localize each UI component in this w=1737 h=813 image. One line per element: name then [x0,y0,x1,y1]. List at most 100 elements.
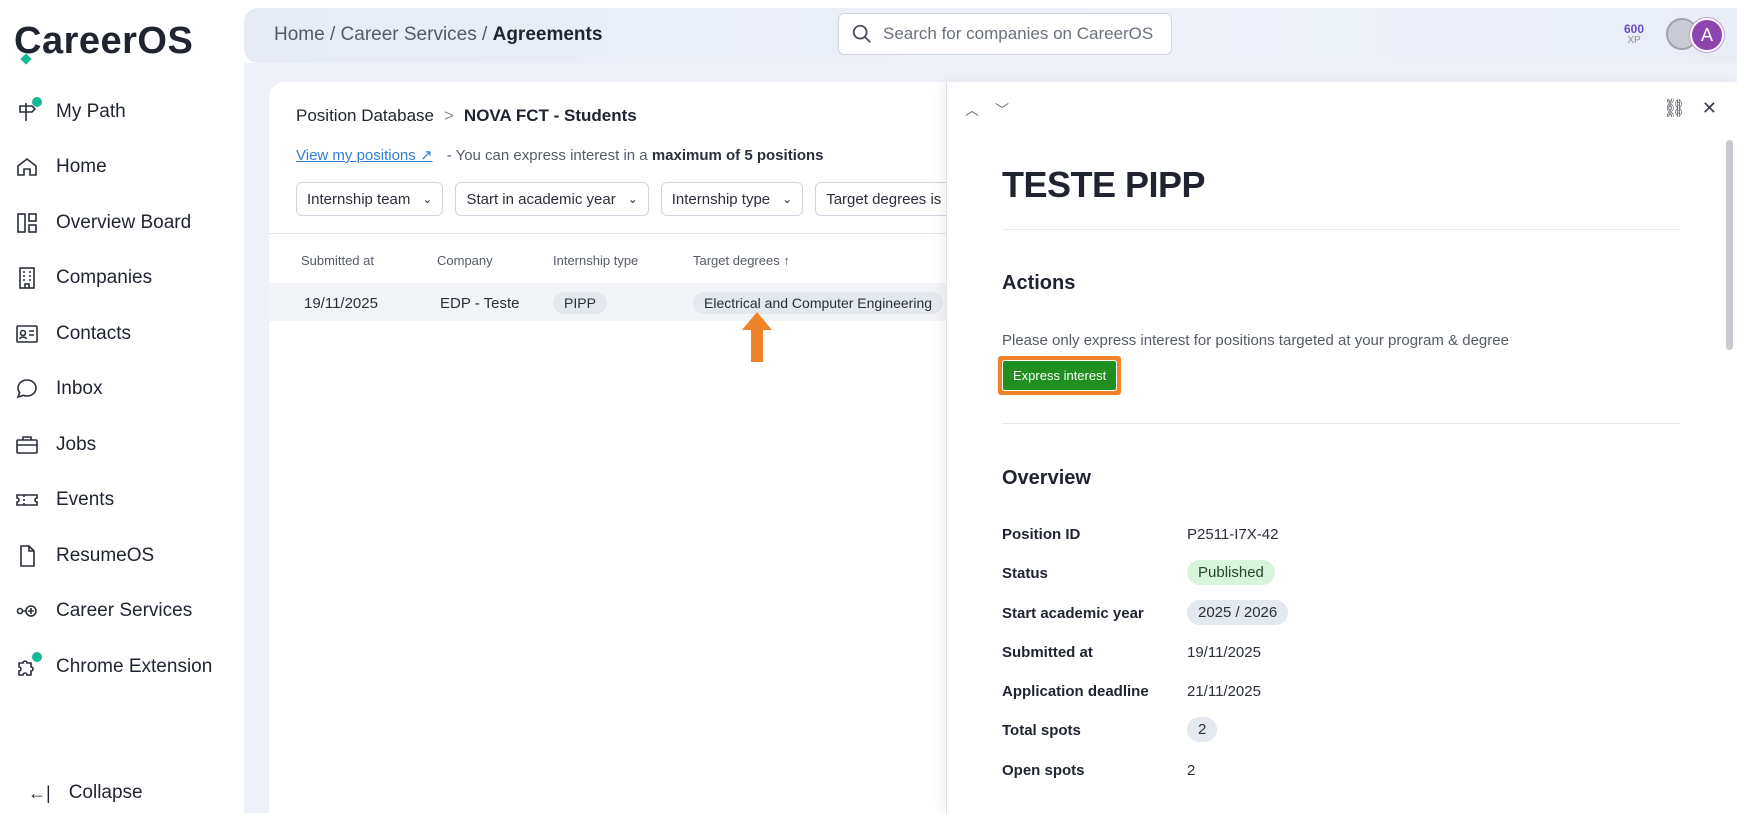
notification-dot [32,651,42,662]
type-pill: PIPP [553,292,607,314]
building-icon [14,265,40,291]
start-year-badge: 2025 / 2026 [1187,600,1289,625]
chevron-down-icon: ⌄ [782,192,793,206]
search-icon [852,24,871,43]
breadcrumb-home[interactable]: Home [274,24,325,45]
career-services-icon [14,598,40,624]
sidebar-item-inbox[interactable]: Inbox [0,362,244,418]
filter-internship-team[interactable]: Internship team ⌄ [296,182,444,216]
filter-target-degrees[interactable]: Target degrees is [815,182,953,216]
breadcrumb-separator: / [476,24,493,45]
status-value: Published [1187,560,1275,585]
total-spots-badge: 2 [1187,717,1218,742]
sidebar-item-my-path[interactable]: My Path [0,84,244,140]
column-internship-type[interactable]: Internship type [553,253,638,268]
degree-pill: Electrical and Computer Engineering [693,292,944,314]
sidebar-item-companies[interactable]: Companies [0,251,244,307]
notification-dot [32,96,42,107]
view-my-positions-link[interactable]: View my positions ↗ [296,147,433,164]
sidebar-nav: My Path Home Overview Board Companies Co… [0,84,244,695]
sidebar-item-label: My Path [56,100,126,122]
position-id-value: P2511-I7X-42 [1187,526,1279,543]
sidebar-item-career-services[interactable]: Career Services [0,584,244,640]
drawer-navigation: ︿ ﹀ [965,100,1009,120]
xp-value: 600 [1624,22,1645,36]
cell-target-degrees: Electrical and Computer Engineering [693,292,946,314]
breadcrumb-career-services[interactable]: Career Services [341,24,477,45]
interest-limit-text: - You can express interest in a [446,147,648,164]
start-year-value: 2025 / 2026 [1187,600,1289,625]
careeros-logo[interactable]: CareerOS [14,20,193,63]
filter-bar: Internship team ⌄ Start in academic year ⌄… [296,182,953,216]
xp-counter[interactable]: 600 XP [1624,22,1645,46]
filter-label: Internship team [307,190,411,208]
drawer-scrollbar[interactable] [1726,140,1733,350]
top-bar: Home / Career Services / Agreements Sear… [244,8,1737,63]
close-icon[interactable]: ✕ [1702,98,1717,119]
filter-internship-type[interactable]: Internship type ⌄ [660,182,804,216]
deadline-label: Application deadline [1002,683,1149,700]
collapse-button[interactable]: ←| Collapse [28,782,143,804]
sidebar-item-chrome-extension[interactable]: Chrome Extension [0,639,244,695]
filter-label: Internship type [671,190,771,208]
sidebar-item-label: Overview Board [56,211,192,233]
cell-submitted-at: 19/11/2025 [304,295,378,312]
total-spots-label: Total spots [1002,722,1081,739]
sidebar-item-label: Chrome Extension [56,655,213,677]
sidebar: CareerOS My Path Home Overview Board Com… [0,0,244,813]
position-title: TESTE PIPP [1002,164,1206,205]
document-icon [14,543,40,569]
position-database-current: NOVA FCT - Students [463,106,637,125]
position-breadcrumb: Position Database > NOVA FCT - Students [296,106,637,126]
search-input[interactable]: Search for companies on CareerOS [838,13,1172,55]
column-target-degrees[interactable]: Target degrees ↑ [693,253,790,268]
sidebar-item-label: Home [56,156,107,178]
table-divider [269,233,949,234]
logo-text: CareerOS [14,20,194,62]
search-placeholder: Search for companies on CareerOS [883,24,1154,43]
annotation-arrow-icon [742,312,772,362]
sidebar-item-label: Companies [56,267,153,289]
avatar[interactable]: A [1690,18,1724,52]
sidebar-item-jobs[interactable]: Jobs [0,417,244,473]
column-company[interactable]: Company [437,253,493,268]
open-spots-label: Open spots [1002,762,1085,779]
chevron-down-icon: ⌄ [627,192,638,206]
contact-card-icon [14,321,40,347]
signpost-icon [14,96,42,125]
section-divider [1002,229,1680,230]
sidebar-item-home[interactable]: Home [0,140,244,196]
collapse-label: Collapse [68,782,143,803]
express-interest-highlight: Express interest [998,356,1122,395]
breadcrumb-separator: / [324,24,341,45]
positions-info: View my positions ↗ - You can express in… [296,146,824,164]
xp-label: XP [1627,35,1641,46]
sidebar-item-overview-board[interactable]: Overview Board [0,195,244,251]
express-interest-button[interactable]: Express interest [1002,360,1118,391]
puzzle-icon [14,651,42,680]
sidebar-item-resumeos[interactable]: ResumeOS [0,528,244,584]
sidebar-item-contacts[interactable]: Contacts [0,306,244,362]
chevron-up-icon[interactable]: ︿ [965,100,979,120]
filter-start-year[interactable]: Start in academic year ⌄ [455,182,649,216]
home-icon [14,154,40,180]
status-badge: Published [1187,560,1275,585]
filter-label: Target degrees is [826,190,942,208]
section-divider [1002,423,1680,424]
sidebar-item-events[interactable]: Events [0,473,244,529]
position-database-link[interactable]: Position Database [296,106,434,125]
ticket-icon [14,487,40,513]
sidebar-item-label: Events [56,489,115,511]
actions-note: Please only express interest for positio… [1002,332,1509,349]
chevron-down-icon[interactable]: ﹀ [995,100,1009,120]
overview-heading: Overview [1002,467,1091,489]
total-spots-value: 2 [1187,717,1218,742]
drawer-tools: ⛓ ✕ [1663,98,1717,119]
link-icon[interactable]: ⛓ [1663,98,1686,119]
start-year-label: Start academic year [1002,605,1144,622]
column-submitted-at[interactable]: Submitted at [301,253,374,268]
actions-heading: Actions [1002,272,1076,294]
sidebar-item-label: ResumeOS [56,544,155,566]
collapse-arrow-icon: ←| [28,782,51,803]
position-detail-drawer: ︿ ﹀ ⛓ ✕ TESTE PIPP Actions Please only e… [946,82,1737,813]
